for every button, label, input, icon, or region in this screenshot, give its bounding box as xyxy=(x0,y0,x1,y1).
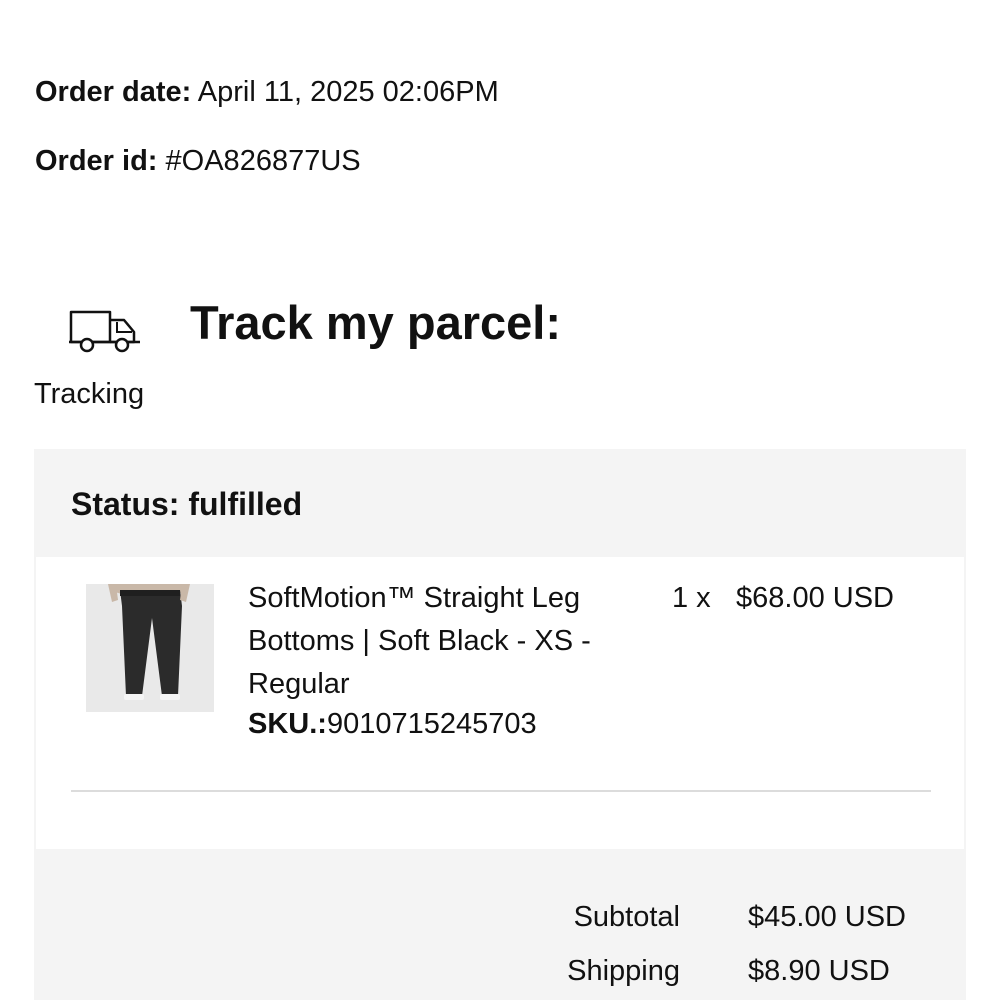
line-item: SoftMotion™ Straight Leg Bottoms | Soft … xyxy=(36,557,964,849)
product-sku: SKU.:9010715245703 xyxy=(248,706,537,742)
order-totals: Subtotal $45.00 USD Shipping $8.90 USD xyxy=(34,849,966,1000)
track-parcel-heading: Track my parcel: xyxy=(190,296,561,349)
order-status: Status: fulfilled xyxy=(71,486,303,522)
order-date-label: Order date: xyxy=(35,76,192,108)
shipping-label: Shipping xyxy=(567,955,680,987)
status-bar: Status: fulfilled xyxy=(34,449,966,557)
item-price: $68.00 USD xyxy=(736,582,894,614)
subtotal-value: $45.00 USD xyxy=(748,901,906,933)
order-date: Order date: April 11, 2025 02:06PM xyxy=(35,74,499,110)
subtotal-label: Subtotal xyxy=(573,901,680,933)
order-id-value: #OA826877US xyxy=(165,145,361,177)
shipping-value: $8.90 USD xyxy=(748,955,890,987)
product-name[interactable]: SoftMotion™ Straight Leg Bottoms | Soft … xyxy=(248,577,628,706)
order-id: Order id: #OA826877US xyxy=(35,143,361,179)
sku-value: 9010715245703 xyxy=(326,708,537,740)
order-id-label: Order id: xyxy=(35,145,158,177)
order-date-value: April 11, 2025 02:06PM xyxy=(197,76,499,108)
tracking-link[interactable]: Tracking xyxy=(34,376,144,412)
item-quantity: 1 x xyxy=(672,582,711,614)
item-divider xyxy=(71,790,931,792)
product-image[interactable] xyxy=(86,584,214,712)
truck-icon xyxy=(68,306,142,354)
order-confirmation-page: Order date: April 11, 2025 02:06PM Order… xyxy=(0,0,1000,1000)
sku-label: SKU.: xyxy=(248,708,327,740)
order-summary-box: Status: fulfilled SoftMotion™ Straight L… xyxy=(34,449,966,1000)
